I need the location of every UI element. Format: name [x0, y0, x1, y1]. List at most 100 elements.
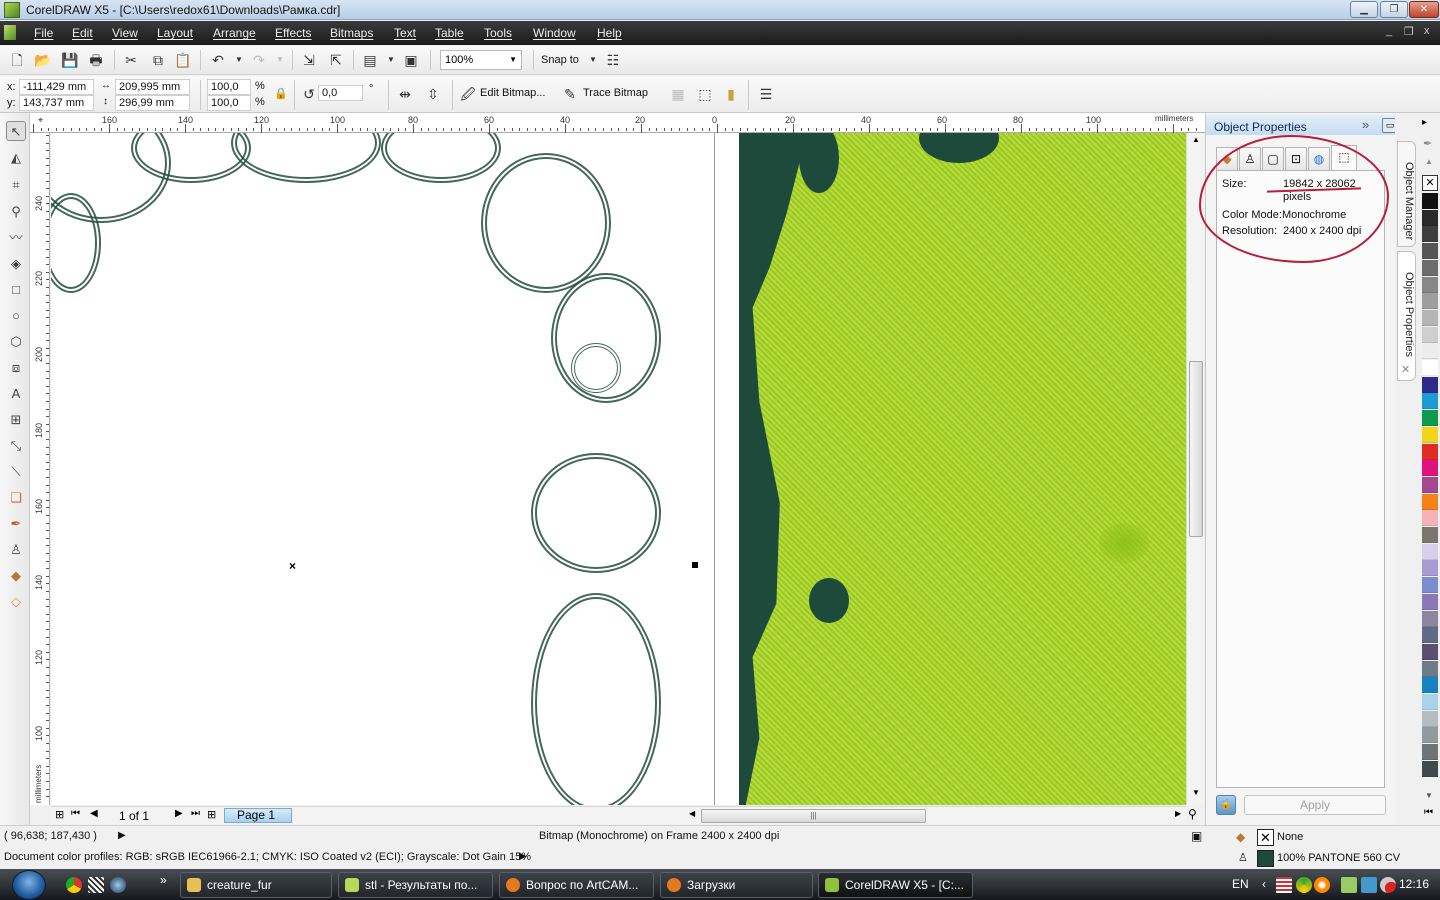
undo-dropdown-icon[interactable]: ▼ [230, 51, 248, 69]
undo-icon[interactable]: ↶ [209, 51, 227, 69]
color-swatch[interactable] [1422, 443, 1438, 460]
page-tab[interactable]: Page 1 [224, 808, 292, 823]
trace-bitmap-icon[interactable]: ✎ [561, 85, 579, 103]
zoom-level-select[interactable]: 100% ▼ [440, 50, 522, 70]
profiles-expand-icon[interactable]: ▶ [519, 851, 527, 862]
color-swatch[interactable] [1422, 410, 1438, 427]
selection-handle[interactable] [692, 562, 698, 568]
shape-tool-icon[interactable]: ◭ [6, 148, 26, 168]
tab-fill[interactable]: ◆ [1216, 147, 1238, 170]
horizontal-scroll-thumb[interactable]: ||| [701, 809, 926, 823]
menu-arrange[interactable]: Arrange [213, 26, 256, 40]
menu-text[interactable]: Text [394, 26, 416, 40]
menu-effects[interactable]: Effects [275, 26, 311, 40]
tray-app-icon[interactable] [1296, 877, 1312, 893]
quicklaunch-expand-icon[interactable]: » [160, 873, 167, 887]
chrome-icon[interactable] [66, 877, 82, 893]
color-swatch[interactable] [1422, 476, 1438, 493]
color-swatch[interactable] [1422, 610, 1438, 627]
menu-table[interactable]: Table [435, 26, 464, 40]
vertical-scroll-thumb[interactable] [1189, 361, 1203, 537]
color-swatch[interactable] [1422, 309, 1438, 326]
paste-icon[interactable]: 📋 [174, 51, 192, 69]
color-swatch[interactable] [1422, 259, 1438, 276]
color-swatch[interactable] [1422, 694, 1438, 710]
flag-icon[interactable] [1276, 877, 1292, 893]
color-swatch[interactable] [1422, 293, 1438, 310]
crop-bitmap-icon[interactable]: ▦ [669, 85, 687, 103]
no-color-swatch[interactable]: ✕ [1422, 175, 1438, 191]
scroll-up-icon[interactable]: ▲ [1192, 135, 1200, 144]
palette-scroll-down-icon[interactable]: ▼ [1425, 791, 1433, 800]
color-swatch[interactable] [1422, 343, 1438, 360]
apply-button[interactable]: Apply [1244, 795, 1386, 815]
quicklaunch-app-icon[interactable] [88, 877, 104, 893]
tray-update-icon[interactable] [1314, 877, 1330, 893]
color-swatch[interactable] [1422, 376, 1438, 393]
x-position-field[interactable]: -111,429 mm [19, 79, 94, 95]
power-icon[interactable] [1341, 877, 1357, 893]
ruler-origin-icon[interactable]: ⌖ [38, 115, 43, 126]
resample-icon[interactable]: ⬚ [696, 85, 714, 103]
scale-x-field[interactable]: 100,0 [207, 79, 251, 95]
snap-to-button[interactable]: Snap to [541, 54, 579, 66]
mirror-vertical-icon[interactable]: ⇳ [424, 85, 442, 103]
first-page-icon[interactable]: ⏮ [71, 808, 80, 819]
clock[interactable]: 12:16 [1399, 877, 1429, 891]
color-swatch[interactable] [1422, 627, 1438, 644]
welcome-screen-icon[interactable]: ▣ [402, 51, 420, 69]
doc-minimize-button[interactable]: _ [1386, 25, 1392, 37]
color-swatch[interactable] [1422, 510, 1438, 527]
task-artcam-question[interactable]: Вопрос по ArtCAM... [499, 872, 654, 898]
trace-bitmap-button[interactable]: Trace Bitmap [583, 87, 648, 99]
color-swatch[interactable] [1422, 710, 1438, 727]
ellipse-tool-icon[interactable]: ○ [6, 306, 26, 326]
redo-icon[interactable]: ↷ [250, 51, 268, 69]
edit-bitmap-button[interactable]: Edit Bitmap... [480, 87, 545, 99]
tab-internet[interactable]: ◍ [1308, 147, 1330, 170]
fill-tool-icon[interactable]: ◆ [6, 566, 26, 586]
color-swatch[interactable] [1422, 543, 1438, 560]
color-swatch[interactable] [1422, 493, 1438, 510]
ornament-frame-bitmap[interactable]: × [51, 133, 714, 805]
doc-close-button[interactable]: x [1424, 25, 1430, 37]
close-docker-icon[interactable]: ✕ [1401, 363, 1410, 376]
view-mode-icon[interactable]: ▣ [1191, 829, 1202, 843]
restore-button[interactable]: ❐ [1380, 1, 1408, 18]
color-profiles[interactable]: Document color profiles: RGB: sRGB IEC61… [4, 851, 531, 863]
scroll-down-icon[interactable]: ▼ [1192, 788, 1200, 797]
edit-bitmap-icon[interactable]: 🖉 [459, 85, 477, 103]
smart-fill-tool-icon[interactable]: ◈ [6, 254, 26, 274]
application-launcher-icon[interactable]: ▤ [361, 51, 379, 69]
menu-view[interactable]: View [112, 26, 138, 40]
color-swatch[interactable] [1422, 760, 1438, 777]
height-field[interactable]: 296,99 mm [115, 95, 190, 111]
snap-dropdown-icon[interactable]: ▼ [584, 51, 602, 69]
text-tool-icon[interactable]: A [6, 384, 26, 404]
color-swatch[interactable] [1422, 560, 1438, 577]
crop-tool-icon[interactable]: ⌗ [6, 175, 26, 195]
tab-object-properties[interactable]: Object Properties [1397, 251, 1416, 381]
doc-restore-button[interactable]: ❐ [1404, 25, 1414, 38]
color-swatch[interactable] [1422, 727, 1438, 744]
document-icon[interactable] [4, 25, 16, 40]
menu-bitmaps[interactable]: Bitmaps [330, 26, 373, 40]
width-field[interactable]: 209,995 mm [115, 79, 190, 95]
outline-color-swatch[interactable] [1257, 850, 1274, 867]
palette-end-icon[interactable]: ⏮ [1424, 807, 1433, 818]
add-page-before-icon[interactable]: ⊞ [55, 808, 64, 821]
ie-icon[interactable] [110, 877, 126, 893]
start-button[interactable] [12, 870, 46, 900]
close-button[interactable]: ✕ [1409, 1, 1439, 18]
status-expand-icon[interactable]: ▶ [118, 830, 126, 841]
last-page-icon[interactable]: ⏭ [191, 808, 200, 819]
coreldraw-app-icon[interactable] [4, 2, 20, 18]
launcher-dropdown-icon[interactable]: ▼ [382, 51, 400, 69]
copy-icon[interactable]: ⧉ [149, 51, 167, 69]
color-swatch[interactable] [1422, 226, 1438, 243]
network-icon[interactable] [1361, 877, 1377, 893]
next-page-icon[interactable]: ▶ [175, 808, 183, 819]
menu-help[interactable]: Help [597, 26, 622, 40]
color-swatch[interactable] [1422, 393, 1438, 410]
redo-dropdown-icon[interactable]: ▼ [271, 51, 289, 69]
